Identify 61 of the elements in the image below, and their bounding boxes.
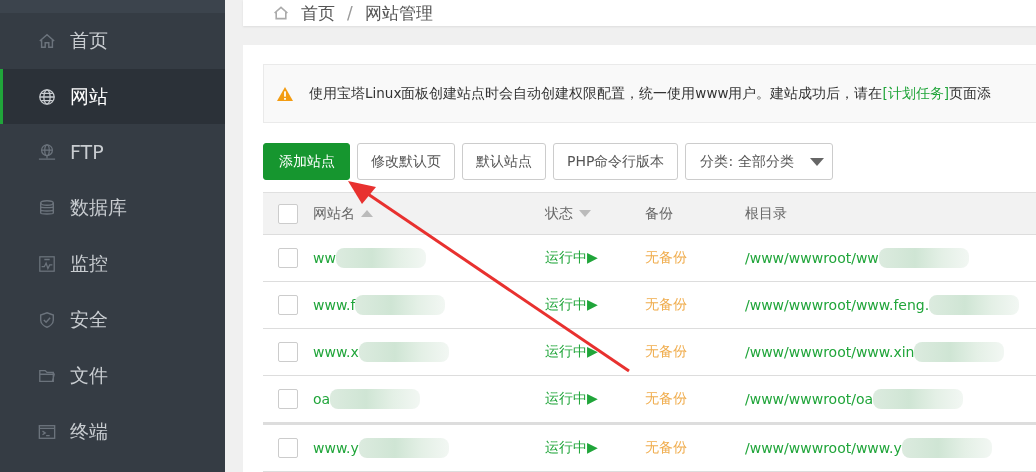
row-checkbox[interactable] (278, 295, 298, 315)
root-path-link[interactable]: /www/wwwroot/www.feng. (745, 297, 930, 313)
scheduled-task-link[interactable]: [计划任务] (882, 84, 950, 101)
column-header[interactable]: 状态 (545, 204, 573, 223)
backup-link[interactable]: 无备份 (645, 249, 687, 265)
sidebar-item[interactable]: 监控 (0, 236, 225, 292)
sidebar-item[interactable]: 文件 (0, 348, 225, 404)
column-header[interactable]: 根目录 (745, 204, 787, 223)
folder-icon (38, 367, 56, 385)
sidebar-item[interactable]: 安全 (0, 292, 225, 348)
toolbar-button[interactable]: 默认站点 (462, 143, 546, 180)
sidebar-item[interactable]: 终端 (0, 404, 225, 460)
site-name-link[interactable]: www.x (313, 344, 359, 360)
status-link[interactable]: 运行中▶ (545, 343, 598, 361)
home-icon (273, 5, 289, 21)
warning-icon (276, 85, 294, 102)
root-path-link[interactable]: /www/wwwroot/www.xin (745, 344, 915, 360)
status-link[interactable]: 运行中▶ (545, 390, 598, 408)
status-link[interactable]: 运行中▶ (545, 249, 598, 267)
sidebar-item[interactable]: 首页 (0, 13, 225, 69)
database-icon (38, 199, 56, 217)
root-path-link[interactable]: /www/wwwroot/www.y (745, 440, 902, 456)
backup-link[interactable]: 无备份 (645, 439, 687, 455)
row-checkbox[interactable] (278, 248, 298, 268)
column-header[interactable]: 网站名 (313, 204, 355, 223)
category-dropdown[interactable]: 分类: 全部分类 (685, 143, 833, 180)
sort-up-icon[interactable] (361, 210, 373, 217)
toolbar-button[interactable]: 修改默认页 (357, 143, 455, 180)
backup-link[interactable]: 无备份 (645, 390, 687, 406)
backup-link[interactable]: 无备份 (645, 343, 687, 359)
site-name-link[interactable]: ww (313, 250, 336, 266)
globe-icon (38, 87, 56, 106)
site-name-link[interactable]: www.f (313, 297, 356, 313)
site-name-link[interactable]: oa (313, 391, 331, 407)
breadcrumb-link[interactable]: 首页 (301, 1, 335, 25)
breadcrumb-link[interactable]: 网站管理 (364, 1, 433, 25)
status-link[interactable]: 运行中▶ (545, 296, 598, 314)
select-all-checkbox[interactable] (278, 203, 298, 224)
row-checkbox[interactable] (278, 389, 298, 409)
sidebar-item[interactable]: FTP (0, 124, 225, 180)
network-globe-icon (38, 143, 56, 161)
home-icon (38, 32, 56, 50)
column-header[interactable]: 备份 (645, 204, 673, 221)
status-link[interactable]: 运行中▶ (545, 439, 598, 457)
backup-link[interactable]: 无备份 (645, 296, 687, 312)
notice-text: 使用宝塔Linux面板创建站点时会自动创建权限配置，统一使用www用户。建站成功后，请在[计划任务]页面添 (309, 84, 992, 103)
monitor-chart-icon (38, 255, 56, 273)
shield-check-icon (38, 311, 56, 329)
sidebar-item[interactable]: 网站 (0, 69, 225, 124)
toolbar-button[interactable]: PHP命令行版本 (553, 143, 679, 180)
add-site-button[interactable]: 添加站点 (263, 143, 350, 180)
sort-down-icon[interactable] (579, 210, 591, 217)
row-checkbox[interactable] (278, 438, 298, 458)
row-checkbox[interactable] (278, 342, 298, 362)
site-name-link[interactable]: www.y (313, 440, 359, 456)
root-path-link[interactable]: /www/wwwroot/ww (745, 250, 879, 266)
dropdown-caret-icon (809, 157, 824, 166)
root-path-link[interactable]: /www/wwwroot/oa (745, 391, 874, 407)
sidebar-item[interactable]: 数据库 (0, 180, 225, 236)
breadcrumb-separator: / (347, 3, 353, 23)
terminal-icon (38, 423, 56, 441)
